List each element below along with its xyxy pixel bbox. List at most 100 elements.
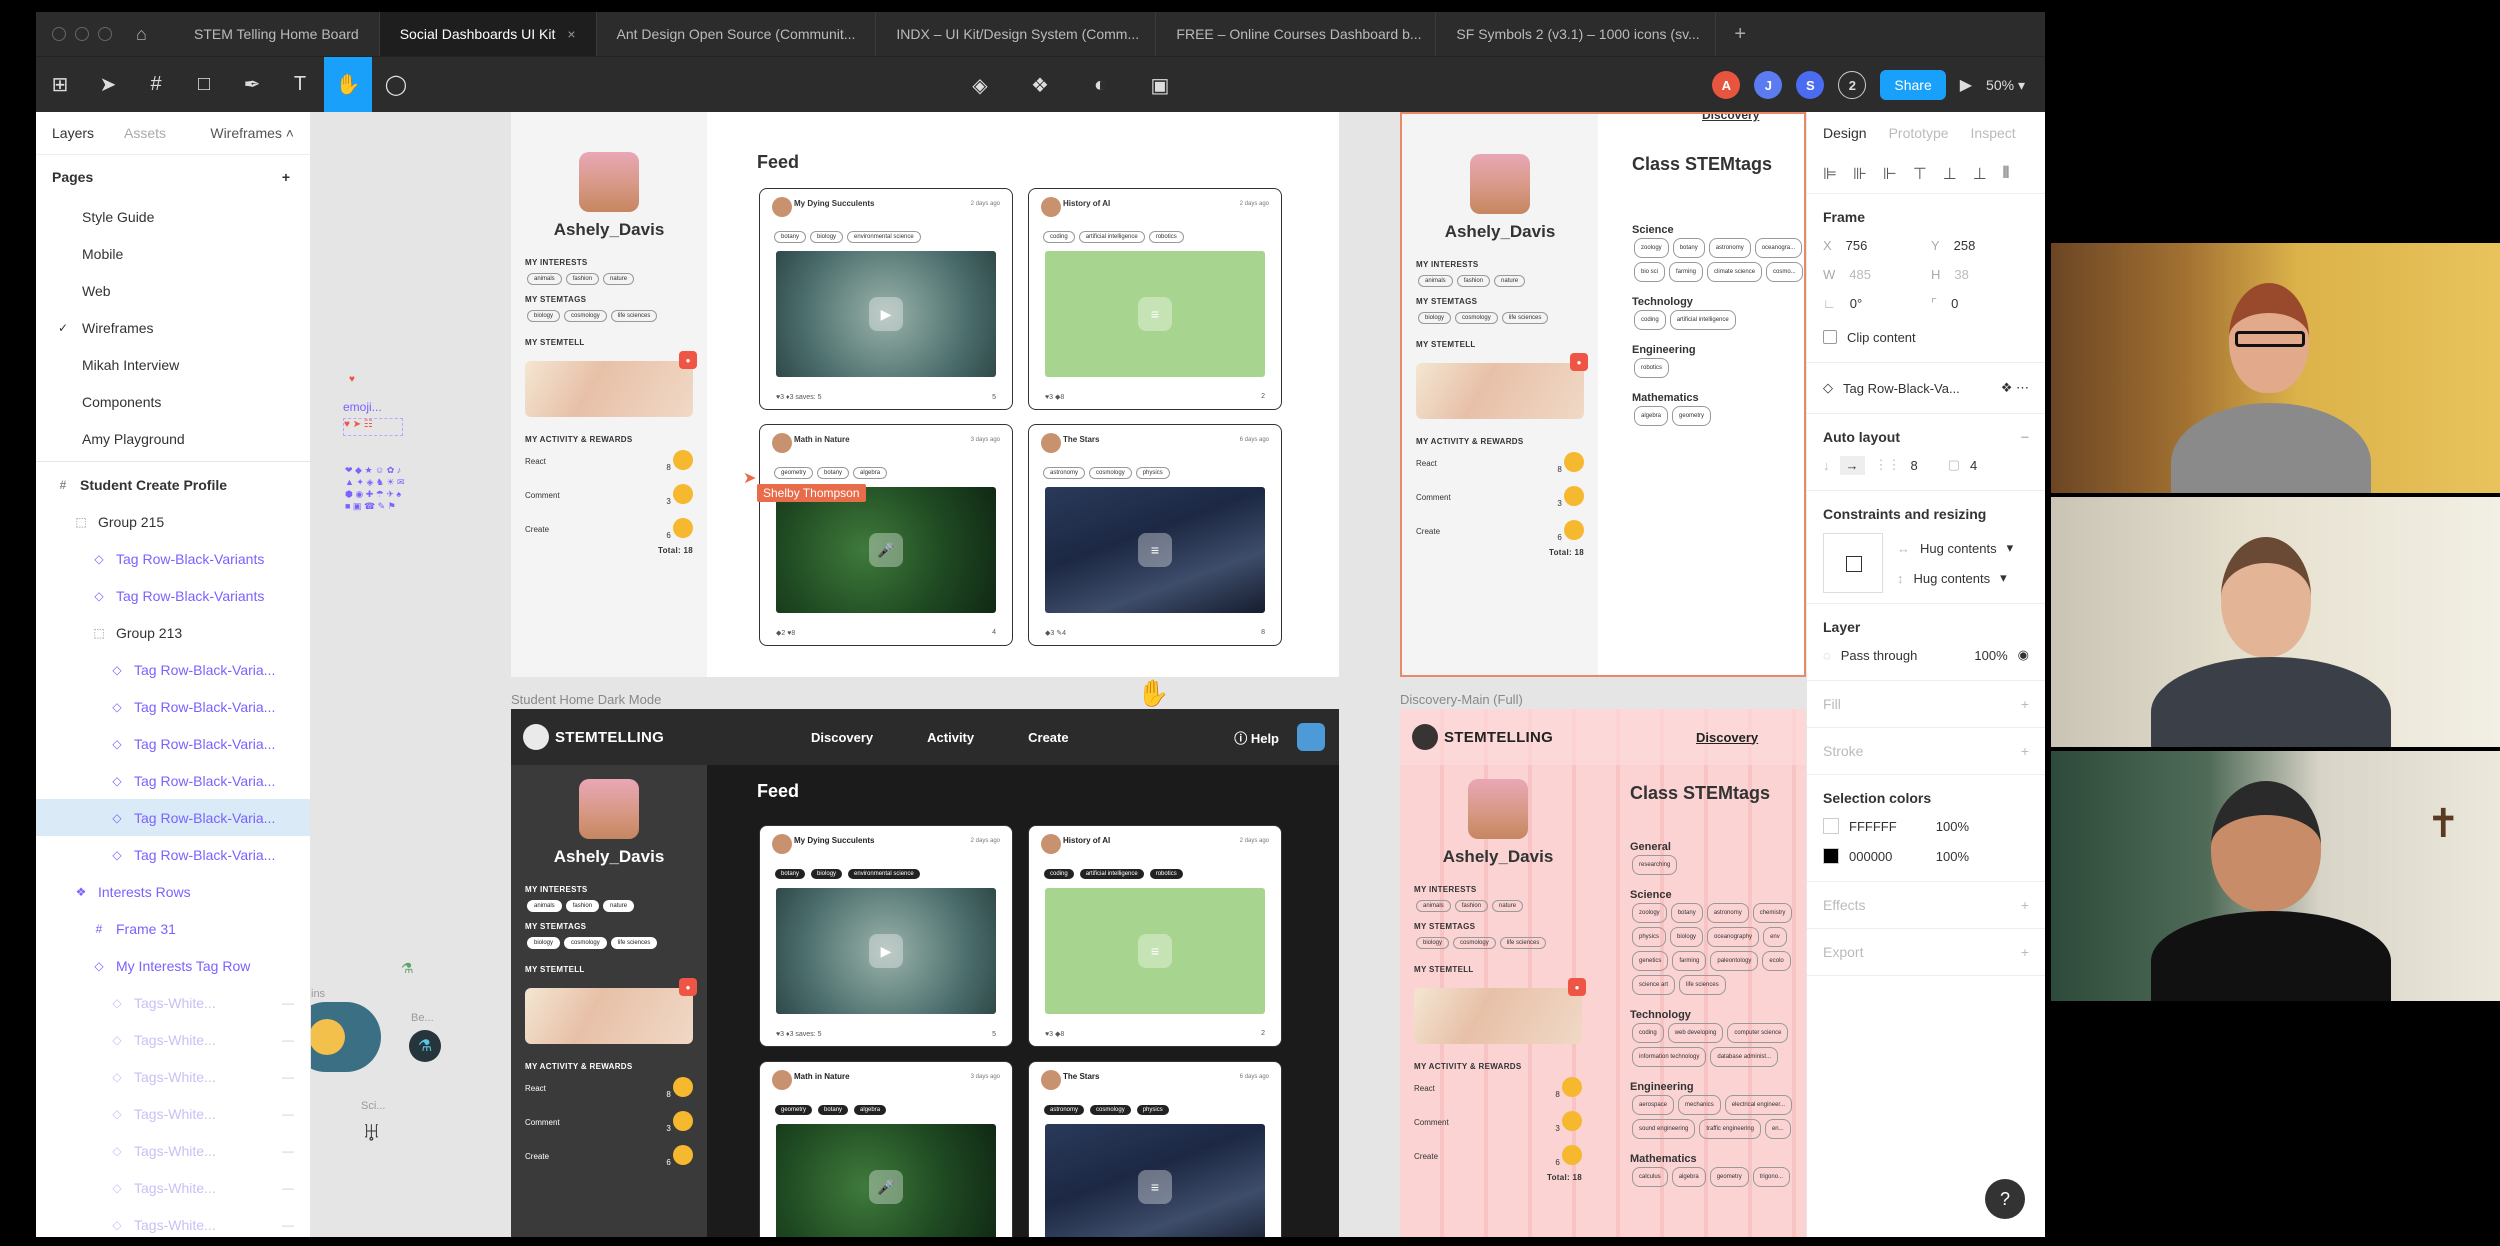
page-item[interactable]: Style Guide — [36, 198, 310, 235]
nav-discovery[interactable]: Discovery — [1696, 730, 1758, 745]
layer-item[interactable]: ⬚ Group 215 — [36, 503, 310, 540]
layer-item[interactable]: ❖ Interests Rows — [36, 873, 310, 910]
color-swatch[interactable] — [1823, 848, 1839, 864]
stemtelling-logo[interactable]: STEMTELLING — [1412, 724, 1553, 750]
play-icon[interactable]: ▶ — [869, 934, 903, 968]
minimize-window-icon[interactable] — [75, 27, 89, 41]
tab-indx-ui-kit[interactable]: INDX – UI Kit/Design System (Comm... — [876, 12, 1157, 56]
stemtag[interactable]: geometry — [1709, 1167, 1749, 1187]
avatar-a[interactable]: A — [1712, 71, 1741, 99]
layer-item[interactable]: ◇ Tags-White... — — [36, 1095, 310, 1132]
component-edit-icon[interactable]: ◈ — [956, 57, 1004, 113]
layer-item[interactable]: ◇ Tags-White... — — [36, 1206, 310, 1237]
hidden-eye-icon[interactable]: — — [282, 1070, 294, 1084]
page-item[interactable]: Mikah Interview — [36, 346, 310, 383]
w-field[interactable]: W 485 — [1823, 267, 1921, 282]
shape-tool-icon[interactable]: □ — [180, 57, 228, 113]
share-button[interactable]: Share — [1880, 70, 1946, 100]
layer-item[interactable]: ◇ Tags-White... — — [36, 984, 310, 1021]
stemtag[interactable]: trigono... — [1752, 1167, 1791, 1187]
stemtag[interactable]: web developing — [1667, 1023, 1724, 1043]
hand-tool-icon[interactable]: ✋ — [324, 56, 372, 113]
stemtag[interactable]: electrical engineer... — [1724, 1095, 1793, 1115]
align-center-icon[interactable]: ⊪ — [1853, 164, 1867, 184]
feed-card[interactable]: The Stars 6 days ago astronomy cosmology p… — [1028, 424, 1282, 646]
page-item-selected[interactable]: ✓ Wireframes — [36, 309, 310, 346]
layer-item[interactable]: ◇ Tag Row-Black-Varia... — [36, 762, 310, 799]
stemtag[interactable]: zoology — [1632, 903, 1667, 923]
avatar-s[interactable]: S — [1796, 71, 1825, 99]
stemtag[interactable]: botany — [1672, 238, 1705, 258]
horizontal-resize[interactable]: ↔ Hug contents ▾ — [1897, 533, 2029, 563]
stemtag[interactable]: farming — [1669, 262, 1704, 282]
layer-item[interactable]: ◇ Tags-White... — — [36, 1169, 310, 1206]
canvas[interactable]: Ashely_Davis MY INTERESTS animals fashion… — [311, 112, 1806, 1237]
add-effect-icon[interactable]: + — [2021, 897, 2029, 913]
stemtag[interactable]: calculus — [1632, 1167, 1668, 1187]
close-window-icon[interactable] — [52, 27, 66, 41]
discovery-link[interactable]: Discovery — [1702, 114, 1759, 122]
stemtag[interactable]: traffic engineering — [1699, 1119, 1761, 1139]
pen-tool-icon[interactable]: ✒ — [228, 57, 276, 113]
more-users-badge[interactable]: 2 — [1838, 71, 1867, 99]
hidden-eye-icon[interactable]: — — [282, 1033, 294, 1047]
stemtelling-logo[interactable]: STEMTELLING — [523, 724, 664, 750]
stemtag[interactable]: oceanogra... — [1754, 238, 1803, 258]
page-item[interactable]: Components — [36, 383, 310, 420]
stemtag[interactable]: information technology — [1632, 1047, 1707, 1067]
stemtag[interactable]: farming — [1672, 951, 1707, 971]
align-top-icon[interactable]: ⊤ — [1913, 164, 1927, 184]
vertical-resize[interactable]: ↕ Hug contents ▾ — [1897, 563, 2029, 593]
stemtag[interactable]: ecolo — [1762, 951, 1791, 971]
blend-mode[interactable]: Pass through — [1841, 648, 1918, 663]
feed-card[interactable]: The Stars 6 days ago astronomy cosmology p… — [1028, 1061, 1282, 1237]
stemtag[interactable]: physics — [1632, 927, 1667, 947]
help-link[interactable]: ⓘ Help — [1234, 728, 1279, 747]
stemtag[interactable]: robotics — [1634, 358, 1670, 378]
layer-item[interactable]: ◇ Tag Row-Black-Varia... — [36, 836, 310, 873]
tab-online-courses[interactable]: FREE – Online Courses Dashboard b... — [1156, 12, 1437, 56]
mask-icon[interactable]: ◐ — [1076, 57, 1124, 113]
frame-student-home-dark[interactable]: STEMTELLING Discovery Activity Create ⓘ … — [511, 709, 1339, 1237]
feed-card[interactable]: My Dying Succulents 2 days ago botany bio… — [759, 188, 1013, 410]
visibility-eye-icon[interactable]: ◉ — [2018, 647, 2029, 663]
color-row[interactable]: FFFFFF 100% — [1823, 811, 2029, 841]
stemtag[interactable]: life sciences — [1679, 975, 1726, 995]
comment-tool-icon[interactable]: ◯ — [372, 57, 420, 113]
present-icon[interactable]: ▶ — [1960, 75, 1972, 95]
constraint-widget[interactable] — [1823, 533, 1883, 593]
radius-field[interactable]: ⌜ 0 — [1931, 296, 2029, 312]
page-item[interactable]: Mobile — [36, 235, 310, 272]
hidden-eye-icon[interactable]: — — [282, 1144, 294, 1158]
stemtag[interactable]: bio sci — [1634, 262, 1666, 282]
stemtag[interactable]: researching — [1632, 855, 1678, 875]
move-tool-icon[interactable]: ➤ — [84, 57, 132, 113]
hidden-eye-icon[interactable]: — — [282, 1107, 294, 1121]
stemtag[interactable]: coding — [1632, 1023, 1664, 1043]
stemtag[interactable]: astronomy — [1708, 238, 1751, 258]
component-options-icon[interactable]: ❖ ⋯ — [2001, 380, 2029, 396]
x-field[interactable]: X 756 — [1823, 238, 1921, 253]
align-middle-icon[interactable]: ⊥ — [1943, 164, 1957, 184]
layer-item[interactable]: # Frame 31 — [36, 910, 310, 947]
nav-activity[interactable]: Activity — [927, 730, 974, 745]
stemtag[interactable]: paleontology — [1710, 951, 1759, 971]
document-icon[interactable]: ≡ — [1138, 297, 1172, 331]
frame-title[interactable]: Frame — [1823, 204, 2029, 230]
document-icon[interactable]: ≡ — [1138, 934, 1172, 968]
text-tool-icon[interactable]: T — [276, 57, 324, 113]
color-row[interactable]: 000000 100% — [1823, 841, 2029, 871]
frame-class-stemtags[interactable]: Discovery Ashely_Davis MY INTERESTS anim… — [1400, 112, 1806, 677]
stemtag[interactable]: genetics — [1632, 951, 1669, 971]
tab-layers[interactable]: Layers — [52, 125, 94, 141]
stemtag[interactable]: zoology — [1634, 238, 1669, 258]
vertical-direction-icon[interactable]: ↓ — [1823, 458, 1830, 473]
remove-auto-layout-icon[interactable]: − — [2021, 429, 2029, 445]
avatar-j[interactable]: J — [1754, 71, 1783, 99]
layer-item[interactable]: ◇ Tag Row-Black-Varia... — [36, 799, 310, 836]
stemtag[interactable]: climate science — [1707, 262, 1763, 282]
zoom-level[interactable]: 50% ▾ — [1986, 77, 2025, 94]
user-avatar[interactable] — [1297, 723, 1325, 751]
hidden-eye-icon[interactable]: — — [282, 1181, 294, 1195]
add-export-icon[interactable]: + — [2021, 944, 2029, 960]
